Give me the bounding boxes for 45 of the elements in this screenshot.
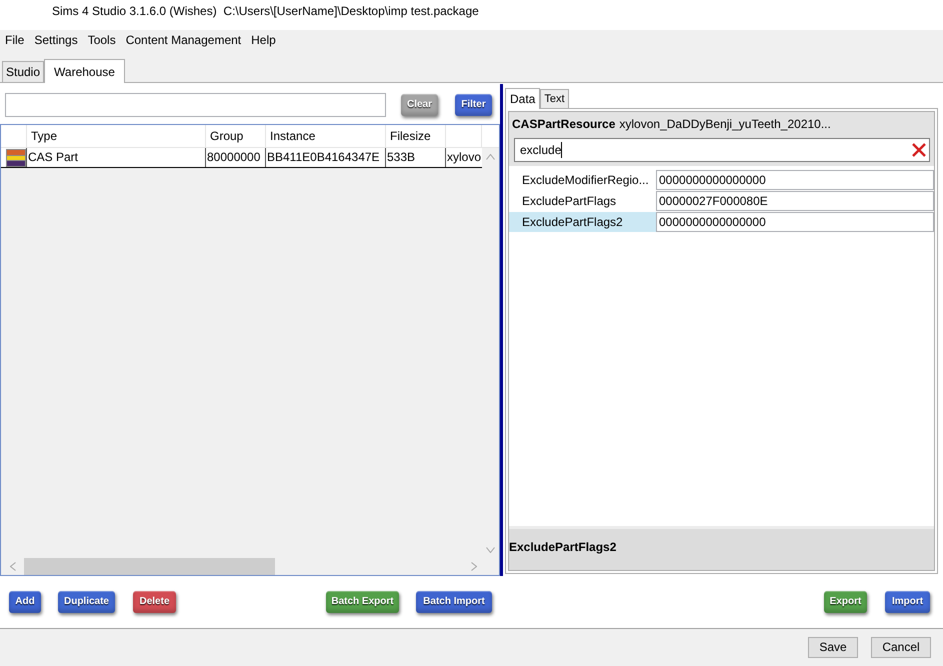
save-button[interactable]: Save	[808, 637, 858, 658]
column-header[interactable]: Instance	[266, 128, 316, 144]
table-cell: CAS Part	[27, 148, 206, 167]
tab[interactable]: Text	[540, 89, 569, 108]
menu-item[interactable]: Help	[246, 30, 281, 50]
chevron-up-icon[interactable]	[486, 154, 495, 160]
batch-import-button[interactable]: Batch Import	[416, 591, 492, 613]
property-name[interactable]: ExcludePartFlags2	[509, 212, 656, 232]
resource-type: CASPartResource	[512, 116, 616, 133]
property-search-field[interactable]: exclude	[514, 138, 930, 162]
search-text: exclude	[520, 142, 562, 158]
tab[interactable]: Studio	[2, 61, 44, 82]
chevron-right-icon[interactable]	[470, 562, 476, 571]
table-cell-text: xylovo	[446, 149, 482, 166]
chevron-left-icon[interactable]	[10, 562, 16, 571]
column-header[interactable]: Group	[206, 128, 244, 144]
cancel-button[interactable]: Cancel	[871, 637, 931, 658]
add-button[interactable]: Add	[9, 591, 41, 613]
menu-item[interactable]: Settings	[29, 30, 83, 50]
column-header[interactable]: Type	[27, 128, 58, 144]
close-icon[interactable]	[912, 143, 926, 157]
table-cell: BB411E0B4164347E	[266, 148, 386, 167]
tab[interactable]: Data	[505, 88, 540, 109]
property-value-field[interactable]: 0000000000000000	[656, 170, 934, 190]
search-field[interactable]	[5, 93, 386, 117]
property-value-field[interactable]: 00000027F000080E	[656, 191, 934, 211]
column-header[interactable]: Filesize	[386, 128, 431, 144]
menu-item[interactable]: Tools	[82, 30, 121, 50]
resource-name: xylovon_DaDDyBenji_yuTeeth_20210...	[619, 116, 831, 133]
filter-button[interactable]: Filter	[455, 94, 492, 116]
duplicate-button[interactable]: Duplicate	[58, 591, 115, 613]
menu-item[interactable]: Content Management	[120, 30, 246, 50]
table-cell: 533B	[386, 148, 446, 167]
stripes-icon	[6, 148, 26, 166]
tab[interactable]: Warehouse	[44, 59, 125, 83]
table-cell: 80000000	[206, 148, 266, 167]
window-title: Sims 4 Studio 3.1.6.0 (Wishes) C:\Users\[UserName]\Desktop\imp test.package	[52, 3, 479, 19]
menu-item[interactable]: File	[0, 30, 30, 50]
chevron-down-icon[interactable]	[486, 546, 495, 552]
import-button[interactable]: Import	[885, 591, 930, 613]
property-value-field[interactable]: 0000000000000000	[656, 212, 934, 232]
scrollbar-thumb[interactable]	[24, 558, 275, 575]
table-row[interactable]: CAS Part 80000000 BB411E0B4164347E 533B xylovo	[1, 148, 482, 168]
description-title: ExcludePartFlags2	[509, 540, 616, 554]
delete-button[interactable]: Delete	[133, 591, 176, 613]
